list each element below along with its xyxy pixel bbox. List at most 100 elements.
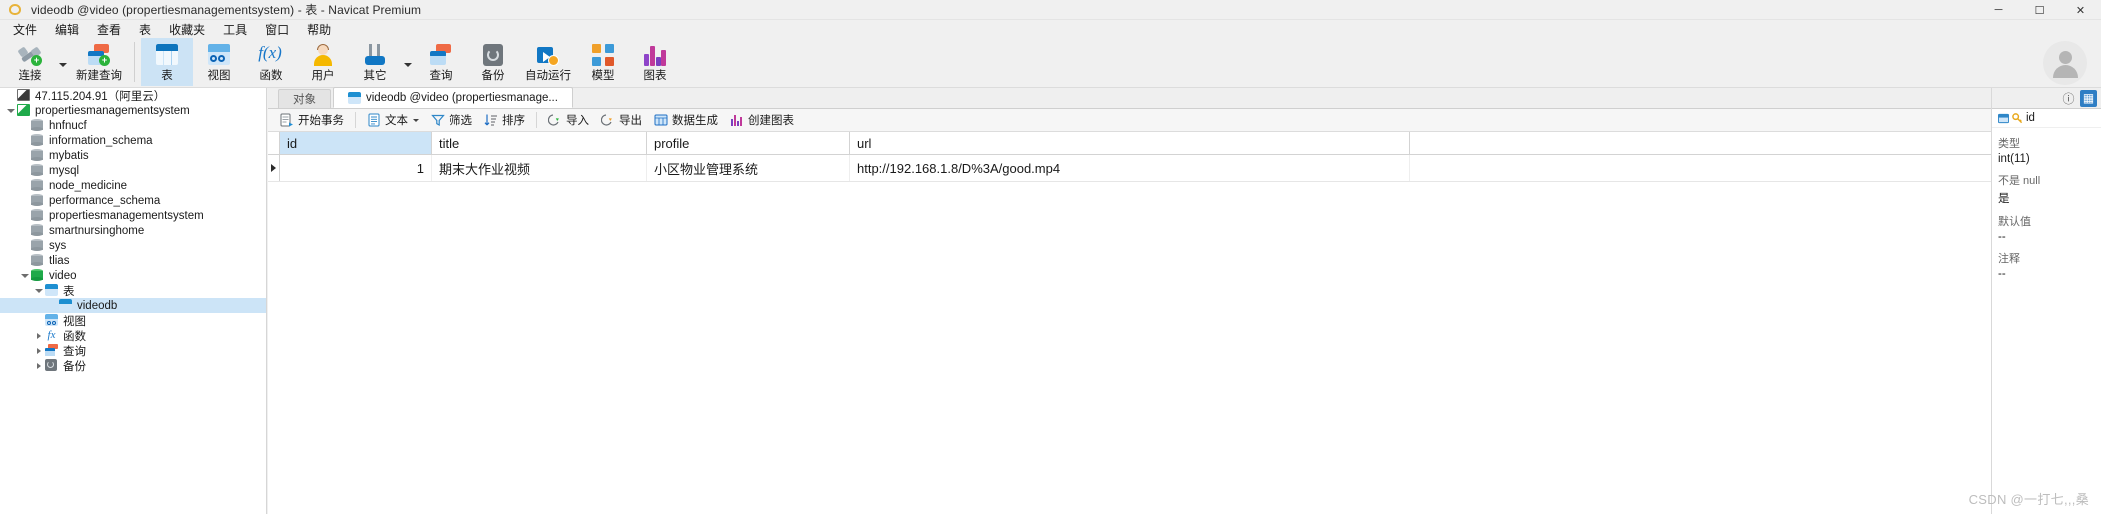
action-button-begin-transaction[interactable]: 开始事务 (274, 110, 350, 131)
sidebar-item[interactable]: video (0, 268, 266, 283)
chevron-down-icon[interactable] (18, 268, 31, 283)
sidebar-item[interactable]: 视图 (0, 313, 266, 328)
toolbar-button-function-fx[interactable]: f(x) 函数 (245, 38, 297, 86)
grid-body[interactable]: 1 期末大作业视频 小区物业管理系统 http://192.168.1.8/D%3A/… (268, 155, 1991, 182)
action-button-sort[interactable]: 排序 (478, 110, 531, 131)
sidebar-item[interactable]: hnfnucf (0, 118, 266, 133)
navigation-sidebar[interactable]: 47.115.204.91（阿里云） propertiesmanagementsy… (0, 88, 267, 514)
toolbar-button-model[interactable]: 模型 (577, 38, 629, 86)
toolbar-button-query[interactable]: 查询 (415, 38, 467, 86)
table-icon (348, 91, 361, 104)
sidebar-item-label: information_schema (49, 134, 153, 147)
chevron-right-icon[interactable] (32, 328, 45, 343)
close-button[interactable]: ✕ (2060, 0, 2101, 20)
menu-edit[interactable]: 编辑 (46, 20, 88, 39)
column-header[interactable]: id (280, 132, 432, 154)
sidebar-item[interactable]: mybatis (0, 148, 266, 163)
table-cell-url[interactable]: http://192.168.1.8/D%3A/good.mp4 (850, 155, 1410, 181)
sidebar-item[interactable]: videodb (0, 298, 266, 313)
toolbar-button-backup[interactable]: 备份 (467, 38, 519, 86)
action-button-export[interactable]: 导出 (595, 110, 648, 131)
toolbar-button-user[interactable]: 用户 (297, 38, 349, 86)
menu-file[interactable]: 文件 (4, 20, 46, 39)
action-button-create-chart[interactable]: 创建图表 (724, 110, 800, 131)
sidebar-item[interactable]: fx 函数 (0, 328, 266, 343)
maximize-button[interactable]: ☐ (2019, 0, 2060, 20)
table-cell-profile[interactable]: 小区物业管理系统 (647, 155, 850, 181)
action-button-text[interactable]: 文本 (361, 110, 425, 131)
menu-tools[interactable]: 工具 (214, 20, 256, 39)
sidebar-item[interactable]: 备份 (0, 358, 266, 373)
sidebar-item[interactable]: 47.115.204.91（阿里云） (0, 88, 266, 103)
field-property-label: 默认值 (1998, 216, 2031, 228)
chevron-right-icon[interactable] (32, 343, 45, 358)
database-green-icon (31, 269, 45, 282)
chevron-down-icon[interactable] (4, 103, 17, 118)
toolbar-button-table[interactable]: 表 (141, 38, 193, 86)
sidebar-item[interactable]: mysql (0, 163, 266, 178)
user-avatar[interactable] (2043, 41, 2087, 85)
model-icon (590, 42, 616, 68)
chevron-down-icon[interactable] (32, 283, 45, 298)
sidebar-item-label: 备份 (63, 360, 86, 373)
database-icon (31, 239, 45, 252)
sidebar-item[interactable]: information_schema (0, 133, 266, 148)
sidebar-item[interactable]: 表 (0, 283, 266, 298)
other-tools-icon (362, 42, 388, 68)
sidebar-item[interactable]: tlias (0, 253, 266, 268)
table-icon (154, 42, 180, 68)
action-button-data-generation[interactable]: 数据生成 (648, 110, 724, 131)
chevron-down-icon[interactable] (413, 118, 419, 122)
menu-favorites[interactable]: 收藏夹 (160, 20, 214, 39)
chevron-down-icon[interactable] (401, 38, 415, 86)
toolbar-button-chart[interactable]: 图表 (629, 38, 681, 86)
sidebar-item[interactable]: node_medicine (0, 178, 266, 193)
toolbar-button-label: 新建查询 (76, 70, 122, 82)
table-row[interactable]: 1 期末大作业视频 小区物业管理系统 http://192.168.1.8/D%3A/… (268, 155, 1991, 182)
sidebar-item[interactable]: 查询 (0, 343, 266, 358)
sidebar-item-label: mysql (49, 164, 80, 177)
toolbar-button-connection-plug[interactable]: + 连接 (4, 38, 56, 86)
menu-view[interactable]: 查看 (88, 20, 130, 39)
column-header[interactable]: title (432, 132, 647, 154)
info-icon[interactable]: ⓘ (2060, 90, 2077, 107)
object-tab[interactable]: 对象 (278, 89, 331, 108)
field-info-panel: ⓘ ▦ id 类型 int(11) 不是 null 是默认值 -- 注释 -- (1991, 88, 2101, 514)
sidebar-item[interactable]: propertiesmanagementsystem (0, 208, 266, 223)
table-cell-id[interactable]: 1 (280, 155, 432, 181)
toolbar-button-label: 其它 (363, 70, 387, 82)
toolbar-button-label: 模型 (591, 70, 615, 82)
menu-window[interactable]: 窗口 (256, 20, 298, 39)
object-tab[interactable]: videodb @video (propertiesmanage... (333, 87, 573, 108)
sidebar-item[interactable]: propertiesmanagementsystem (0, 103, 266, 118)
field-property-value: int(11) (1998, 153, 2030, 165)
sidebar-item[interactable]: smartnursinghome (0, 223, 266, 238)
toolbar-button-new-query[interactable]: + 新建查询 (70, 38, 128, 86)
field-header: id (1992, 109, 2101, 128)
chevron-right-icon[interactable] (32, 358, 45, 373)
toolbar-button-automation[interactable]: 自动运行 (519, 38, 577, 86)
sidebar-item-label: videodb (77, 299, 118, 312)
menu-table[interactable]: 表 (130, 20, 160, 39)
table-cell-title[interactable]: 期末大作业视频 (432, 155, 647, 181)
column-header[interactable]: url (850, 132, 1410, 154)
grid-panel-icon[interactable]: ▦ (2080, 89, 2097, 107)
action-button-filter[interactable]: 筛选 (425, 110, 478, 131)
sidebar-item[interactable]: sys (0, 238, 266, 253)
sidebar-item-label: propertiesmanagementsystem (49, 209, 204, 222)
toolbar-button-other-tools[interactable]: 其它 (349, 38, 401, 86)
action-separator (355, 112, 356, 128)
sidebar-item[interactable]: performance_schema (0, 193, 266, 208)
toolbar-button-view[interactable]: 视图 (193, 38, 245, 86)
navicat-window: videodb @video (propertiesmanagementsyst… (0, 0, 2101, 514)
field-name: id (2026, 112, 2035, 124)
action-button-import[interactable]: 导入 (542, 110, 595, 131)
window-title: videodb @video (propertiesmanagementsyst… (31, 3, 422, 17)
minimize-button[interactable]: ─ (1978, 0, 2019, 20)
data-grid[interactable]: id title profile url 1 期末大作业视频 小区物业管理系统 http:/… (268, 132, 1991, 182)
chevron-down-icon[interactable] (56, 38, 70, 86)
menu-help[interactable]: 帮助 (298, 20, 340, 39)
column-header[interactable]: profile (647, 132, 850, 154)
